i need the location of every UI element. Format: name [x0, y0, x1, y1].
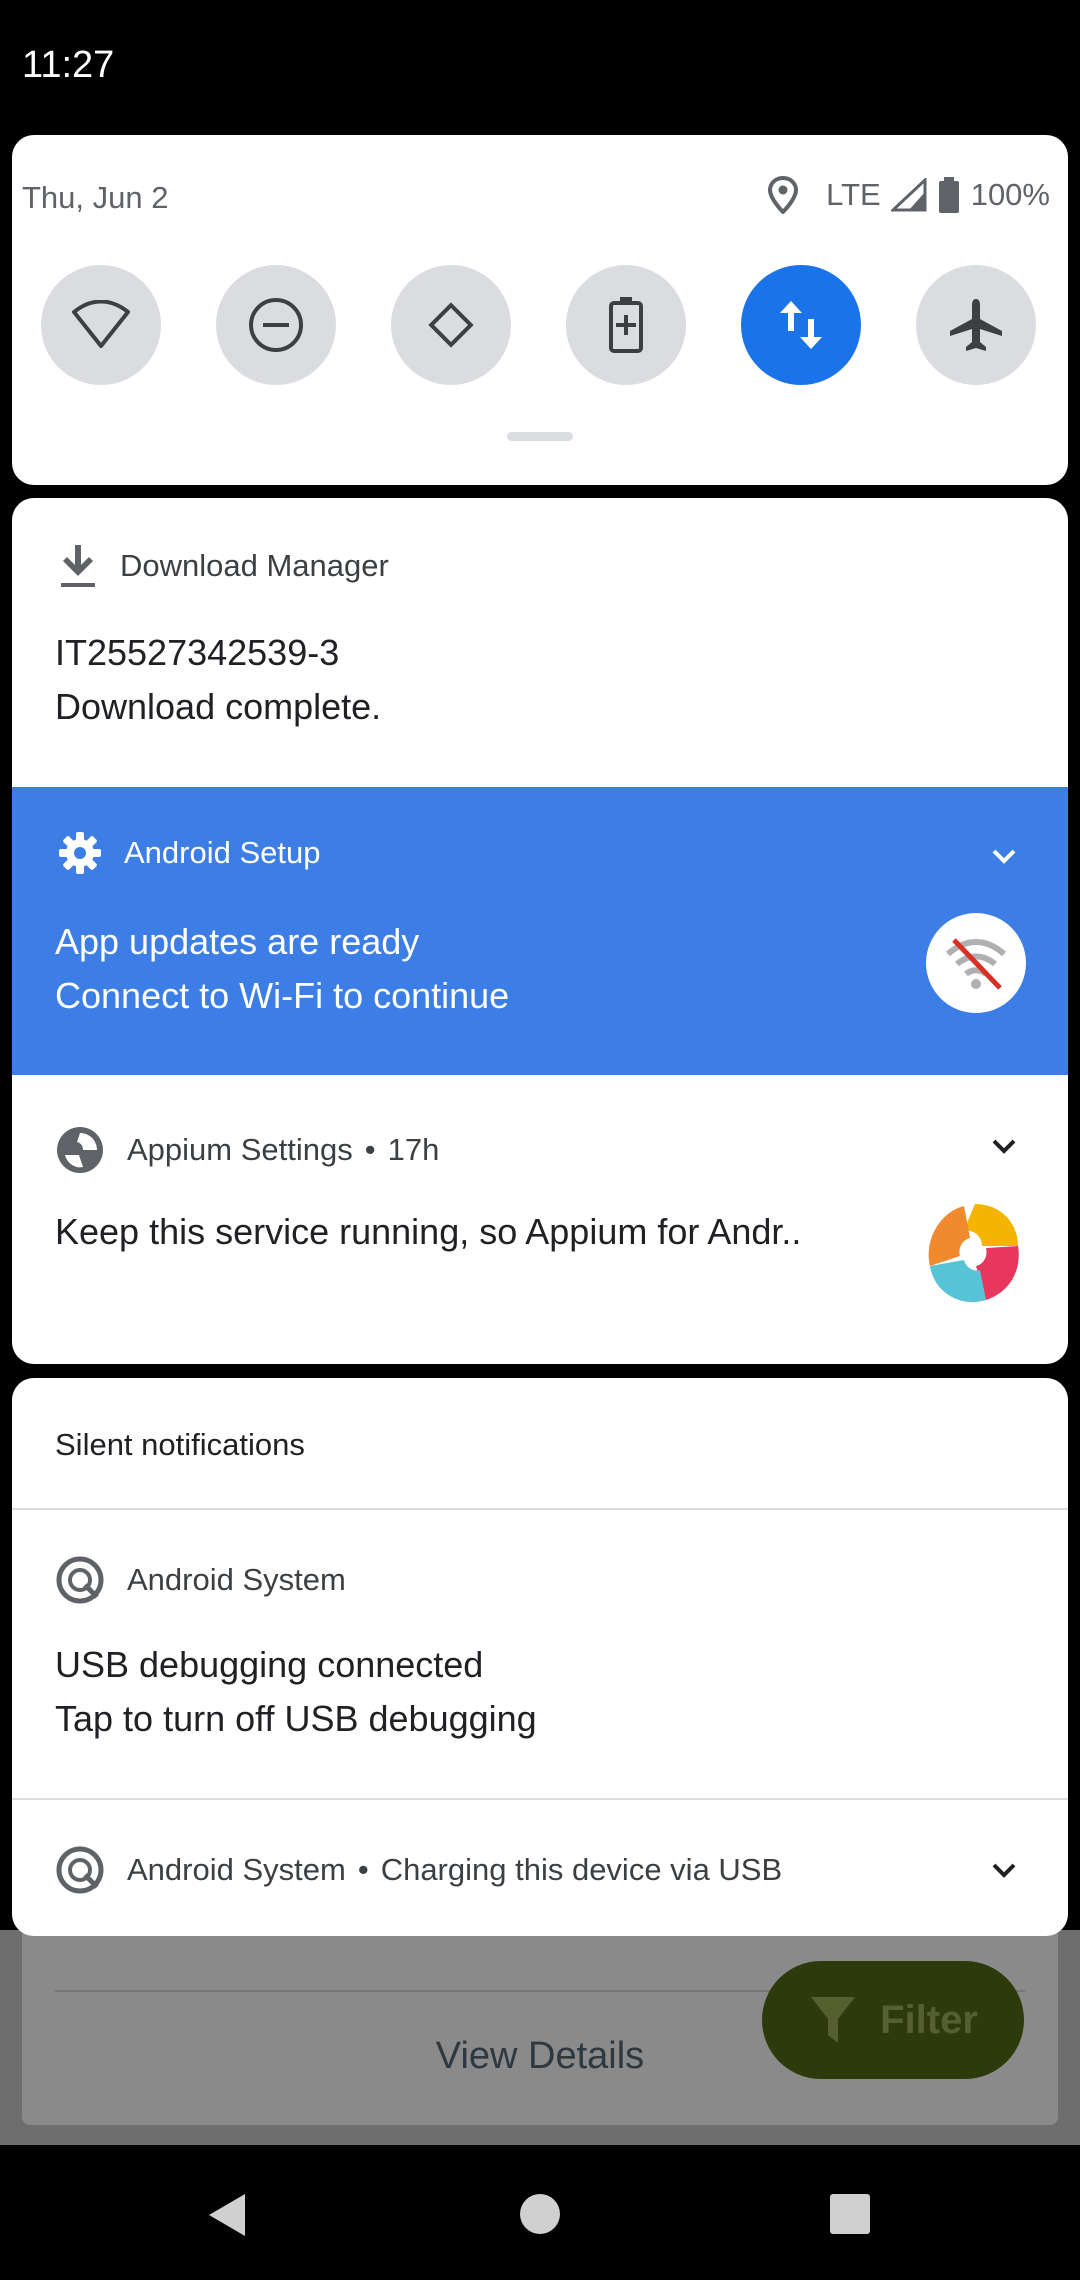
- tile-airplane-mode[interactable]: [916, 265, 1036, 385]
- android-system-icon: [56, 1556, 104, 1604]
- battery-percent: 100%: [970, 177, 1050, 212]
- airplane-mode-icon: [950, 299, 1002, 351]
- qs-drag-handle[interactable]: [507, 432, 573, 441]
- auto-rotate-icon: [428, 302, 474, 348]
- tile-do-not-disturb[interactable]: [216, 265, 336, 385]
- appium-separator: •: [364, 1132, 376, 1167]
- battery-saver-icon: [609, 297, 643, 353]
- tile-battery-saver[interactable]: [566, 265, 686, 385]
- setup-text: Connect to Wi-Fi to continue: [55, 975, 510, 1016]
- wifi-icon: [72, 300, 130, 348]
- download-app-row: Download Manager: [58, 543, 389, 589]
- qs-status-icons: LTE 100%: [766, 176, 1050, 214]
- home-icon[interactable]: [518, 2192, 562, 2236]
- location-icon: [768, 176, 799, 214]
- battery-icon: [938, 177, 959, 213]
- status-time: 11:27: [22, 44, 115, 86]
- setup-app-name: Android Setup: [124, 835, 321, 870]
- gear-icon: [59, 832, 101, 874]
- charging-app-row: Android System • Charging this device vi…: [55, 1845, 782, 1895]
- charging-separator: •: [357, 1852, 369, 1887]
- filter-icon: [811, 1997, 856, 2043]
- filter-button[interactable]: Filter: [762, 1961, 1024, 2079]
- filter-label: Filter: [880, 1997, 978, 2042]
- setup-expand-chevron-icon[interactable]: [990, 847, 1018, 865]
- qs-date[interactable]: Thu, Jun 2: [22, 180, 168, 216]
- usb-text: Tap to turn off USB debugging: [55, 1698, 537, 1739]
- setup-large-icon: [926, 913, 1026, 1013]
- usb-title: USB debugging connected: [55, 1644, 484, 1685]
- appium-text: Keep this service running, so Appium for…: [55, 1211, 802, 1252]
- download-app-name: Download Manager: [120, 548, 389, 583]
- recents-icon[interactable]: [829, 2193, 871, 2235]
- charging-text: Charging this device via USB: [380, 1852, 783, 1887]
- wifi-off-icon: [946, 938, 1006, 990]
- charging-app-name: Android System: [127, 1852, 346, 1887]
- mobile-data-icon: [780, 301, 822, 349]
- appium-small-icon: [57, 1127, 103, 1173]
- appium-logo-icon: [928, 1204, 1019, 1303]
- download-text: Download complete.: [55, 686, 382, 727]
- tile-wifi[interactable]: [41, 265, 161, 385]
- android-system-icon: [56, 1846, 104, 1894]
- back-icon[interactable]: [205, 2192, 247, 2238]
- appium-expand-chevron-icon[interactable]: [990, 1137, 1018, 1155]
- appium-app-name: Appium Settings: [127, 1132, 353, 1167]
- download-title: IT25527342539-3: [55, 632, 340, 673]
- silent-header: Silent notifications: [55, 1427, 305, 1462]
- tile-mobile-data[interactable]: [741, 265, 861, 385]
- status-bar: [0, 0, 1080, 135]
- usb-app-name: Android System: [127, 1562, 346, 1597]
- network-type: LTE: [826, 177, 881, 212]
- signal-icon: [890, 178, 927, 212]
- download-icon: [61, 545, 95, 587]
- tile-auto-rotate[interactable]: [391, 265, 511, 385]
- do-not-disturb-icon: [249, 298, 303, 352]
- appium-app-row: Appium Settings • 17h: [55, 1125, 439, 1175]
- usb-app-row: Android System: [55, 1555, 346, 1605]
- charging-expand-chevron-icon[interactable]: [990, 1861, 1018, 1879]
- appium-time: 17h: [387, 1132, 440, 1167]
- setup-app-row: Android Setup: [58, 831, 320, 875]
- setup-title: App updates are ready: [55, 921, 420, 962]
